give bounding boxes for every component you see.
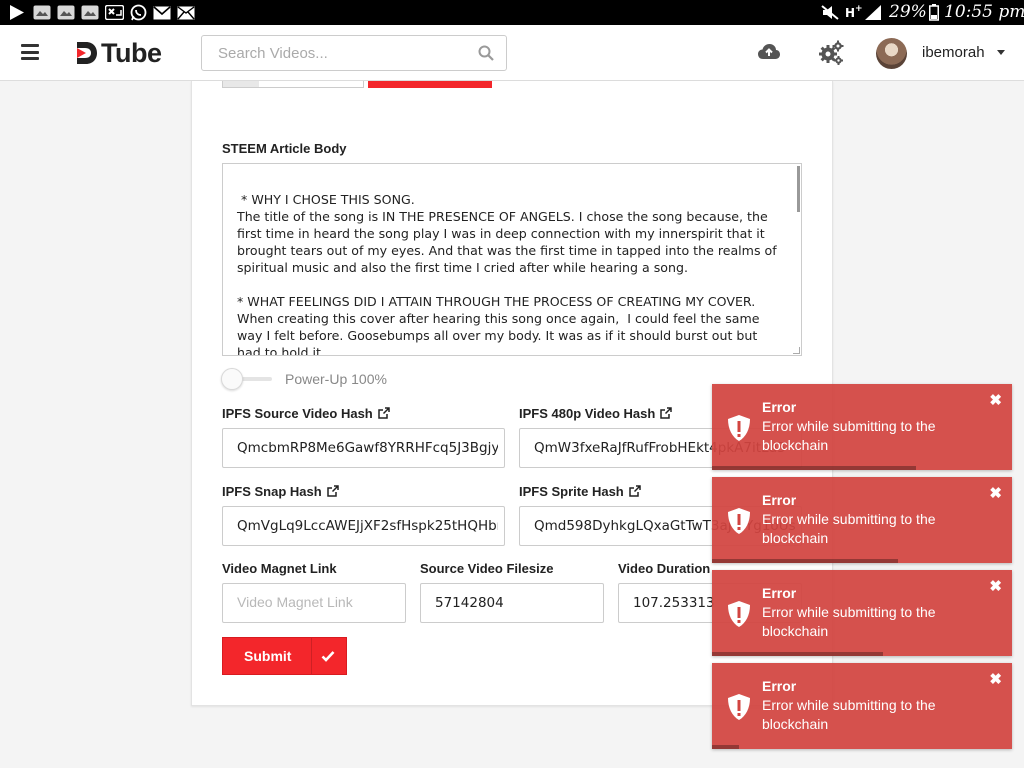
clock: 10:55 pm bbox=[944, 2, 1024, 22]
search-icon[interactable] bbox=[478, 45, 494, 66]
dtube-logo[interactable]: Tube bbox=[75, 38, 162, 68]
ipfs-480p-label: IPFS 480p Video Hash bbox=[519, 406, 673, 422]
close-icon[interactable]: ✖ bbox=[989, 393, 1002, 408]
toast-title: Error bbox=[762, 585, 797, 601]
check-icon bbox=[321, 649, 335, 667]
toast-message: Error while submitting to the blockchain bbox=[762, 511, 936, 546]
resize-handle[interactable] bbox=[793, 347, 800, 354]
avatar[interactable] bbox=[876, 38, 907, 69]
toast-title: Error bbox=[762, 399, 797, 415]
filesize-field[interactable] bbox=[420, 583, 604, 623]
ipfs-source-input[interactable] bbox=[237, 440, 498, 456]
duration-label: Video Duration bbox=[618, 561, 711, 576]
logo-text: Tube bbox=[101, 37, 162, 68]
filesize-input[interactable] bbox=[435, 595, 597, 611]
partial-input[interactable] bbox=[222, 81, 364, 88]
whatsapp-icon bbox=[130, 4, 147, 21]
close-icon[interactable]: ✖ bbox=[989, 672, 1002, 687]
power-up-label: Power-Up 100% bbox=[285, 371, 387, 387]
submit-label: Submit bbox=[244, 648, 292, 664]
error-toast[interactable]: Error Error while submitting to the bloc… bbox=[712, 384, 1012, 470]
shield-exclamation-icon bbox=[726, 414, 752, 447]
ipfs-snap-field[interactable] bbox=[222, 506, 505, 546]
external-link-icon[interactable] bbox=[378, 407, 390, 422]
image-icon bbox=[33, 4, 51, 21]
image-icon bbox=[57, 4, 75, 21]
shield-exclamation-icon bbox=[726, 693, 752, 726]
battery-percent: 29% bbox=[889, 2, 927, 22]
power-up-toggle[interactable] bbox=[221, 368, 243, 390]
ipfs-sprite-label: IPFS Sprite Hash bbox=[519, 484, 641, 500]
magnet-field[interactable] bbox=[222, 583, 406, 623]
toast-title: Error bbox=[762, 678, 797, 694]
ipfs-source-field[interactable] bbox=[222, 428, 505, 468]
external-link-icon[interactable] bbox=[660, 407, 673, 422]
username[interactable]: ibemorah bbox=[922, 44, 985, 61]
toast-progress-bar bbox=[712, 559, 898, 563]
signal-icon bbox=[864, 4, 882, 21]
external-link-icon[interactable] bbox=[629, 485, 641, 500]
close-icon[interactable]: ✖ bbox=[989, 579, 1002, 594]
ipfs-source-label-text: IPFS Source Video Hash bbox=[222, 406, 373, 421]
error-toast[interactable]: Error Error while submitting to the bloc… bbox=[712, 570, 1012, 656]
dtube-logo-icon bbox=[77, 42, 97, 64]
submit-button[interactable]: Submit bbox=[222, 637, 347, 675]
top-navbar: Tube Search Videos... ibemorah bbox=[0, 25, 1024, 81]
external-link-icon[interactable] bbox=[326, 485, 339, 500]
toast-progress-bar bbox=[712, 466, 916, 470]
error-toast[interactable]: Error Error while submitting to the bloc… bbox=[712, 477, 1012, 563]
message-icon bbox=[177, 4, 195, 21]
article-body-text[interactable]: * WHY I CHOSE THIS SONG. The title of th… bbox=[237, 191, 777, 355]
upload-cloud-icon[interactable] bbox=[757, 40, 781, 69]
gmail-icon bbox=[153, 4, 171, 21]
search-box[interactable] bbox=[201, 35, 507, 71]
toast-message: Error while submitting to the blockchain bbox=[762, 418, 936, 453]
shield-exclamation-icon bbox=[726, 600, 752, 633]
toast-progress-bar bbox=[712, 652, 883, 656]
textarea-scrollbar[interactable] bbox=[797, 166, 800, 212]
filesize-label: Source Video Filesize bbox=[420, 561, 554, 576]
submit-divider bbox=[311, 638, 312, 674]
ipfs-snap-label-text: IPFS Snap Hash bbox=[222, 484, 322, 499]
ipfs-snap-input[interactable] bbox=[237, 518, 498, 534]
close-icon[interactable]: ✖ bbox=[989, 486, 1002, 501]
menu-icon[interactable] bbox=[21, 44, 39, 60]
article-body-label: STEEM Article Body bbox=[222, 141, 347, 156]
image-icon bbox=[81, 4, 99, 21]
search-input[interactable] bbox=[216, 44, 470, 63]
missed-call-icon bbox=[105, 4, 124, 21]
battery-icon bbox=[929, 4, 939, 21]
toast-progress-bar bbox=[712, 745, 739, 749]
gears-icon[interactable] bbox=[818, 40, 844, 71]
chevron-down-icon[interactable] bbox=[997, 50, 1005, 55]
svg-text:+: + bbox=[855, 4, 863, 14]
shield-exclamation-icon bbox=[726, 507, 752, 540]
status-bar: H + 29% 10:55 pm bbox=[0, 0, 1024, 25]
partial-button[interactable] bbox=[368, 81, 492, 88]
ipfs-sprite-label-text: IPFS Sprite Hash bbox=[519, 484, 624, 499]
play-store-icon bbox=[9, 4, 25, 21]
mute-icon bbox=[820, 4, 840, 21]
svg-text:H: H bbox=[845, 6, 855, 20]
magnet-input[interactable] bbox=[237, 595, 399, 611]
error-toast[interactable]: Error Error while submitting to the bloc… bbox=[712, 663, 1012, 749]
toast-message: Error while submitting to the blockchain bbox=[762, 697, 936, 732]
ipfs-snap-label: IPFS Snap Hash bbox=[222, 484, 339, 500]
ipfs-source-label: IPFS Source Video Hash bbox=[222, 406, 390, 422]
toast-message: Error while submitting to the blockchain bbox=[762, 604, 936, 639]
magnet-label: Video Magnet Link bbox=[222, 561, 337, 576]
h-plus-icon: H + bbox=[845, 4, 863, 21]
ipfs-480p-label-text: IPFS 480p Video Hash bbox=[519, 406, 656, 421]
article-body-textarea[interactable]: * WHY I CHOSE THIS SONG. The title of th… bbox=[222, 163, 802, 356]
toast-title: Error bbox=[762, 492, 797, 508]
